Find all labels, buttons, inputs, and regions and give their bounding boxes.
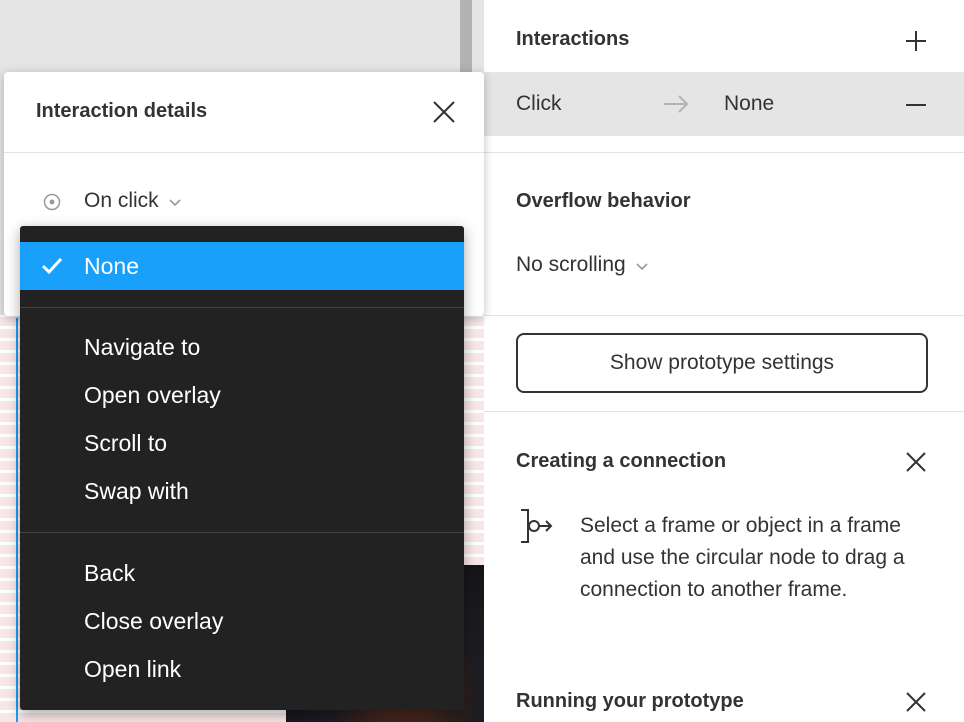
selection-outline — [16, 318, 18, 722]
plus-icon[interactable] — [904, 29, 928, 53]
running-prototype-title: Running your prototype — [516, 690, 744, 712]
menu-item-scroll-to[interactable]: Scroll to — [20, 419, 464, 467]
trigger-value: On click — [84, 189, 159, 212]
divider — [484, 411, 964, 412]
menu-item-label: None — [84, 252, 139, 279]
divider — [4, 152, 484, 153]
overflow-title: Overflow behavior — [516, 190, 691, 212]
show-prototype-settings-button[interactable]: Show prototype settings — [516, 333, 928, 393]
prototype-panel: Interactions Click None Overflow behavio… — [484, 0, 964, 722]
menu-item-none[interactable]: None — [20, 242, 464, 290]
interactions-title: Interactions — [516, 28, 630, 50]
menu-separator — [20, 307, 464, 308]
divider — [484, 152, 964, 153]
menu-item-close-overlay[interactable]: Close overlay — [20, 597, 464, 645]
interaction-trigger: Click — [516, 92, 562, 115]
connection-help-text: Select a frame or object in a frame and … — [580, 514, 905, 601]
chevron-down-icon — [636, 263, 648, 270]
interaction-action: None — [724, 92, 775, 115]
close-icon[interactable] — [432, 100, 456, 124]
creating-connection-title: Creating a connection — [516, 450, 727, 472]
menu-item-navigate-to[interactable]: Navigate to — [20, 323, 464, 371]
chevron-down-icon — [169, 199, 181, 206]
interaction-row[interactable]: Click None — [484, 72, 964, 136]
connection-node-icon — [521, 509, 553, 543]
action-dropdown-menu: None Navigate to Open overlay Scroll to … — [20, 226, 464, 710]
menu-separator — [20, 532, 464, 533]
minus-icon[interactable] — [904, 93, 928, 117]
close-icon[interactable] — [904, 690, 928, 714]
trigger-select[interactable]: On click — [84, 189, 183, 213]
overflow-value: No scrolling — [516, 253, 626, 276]
close-icon[interactable] — [904, 450, 928, 474]
divider — [484, 315, 964, 316]
interaction-details-title: Interaction details — [36, 100, 208, 122]
radio-target-icon — [43, 193, 61, 211]
menu-item-open-link[interactable]: Open link — [20, 645, 464, 693]
checkmark-icon — [41, 257, 63, 275]
menu-item-open-overlay[interactable]: Open overlay — [20, 371, 464, 419]
menu-item-back[interactable]: Back — [20, 549, 464, 597]
overflow-select[interactable]: No scrolling — [516, 253, 650, 277]
arrow-right-icon — [664, 95, 689, 113]
menu-item-swap-with[interactable]: Swap with — [20, 467, 464, 515]
